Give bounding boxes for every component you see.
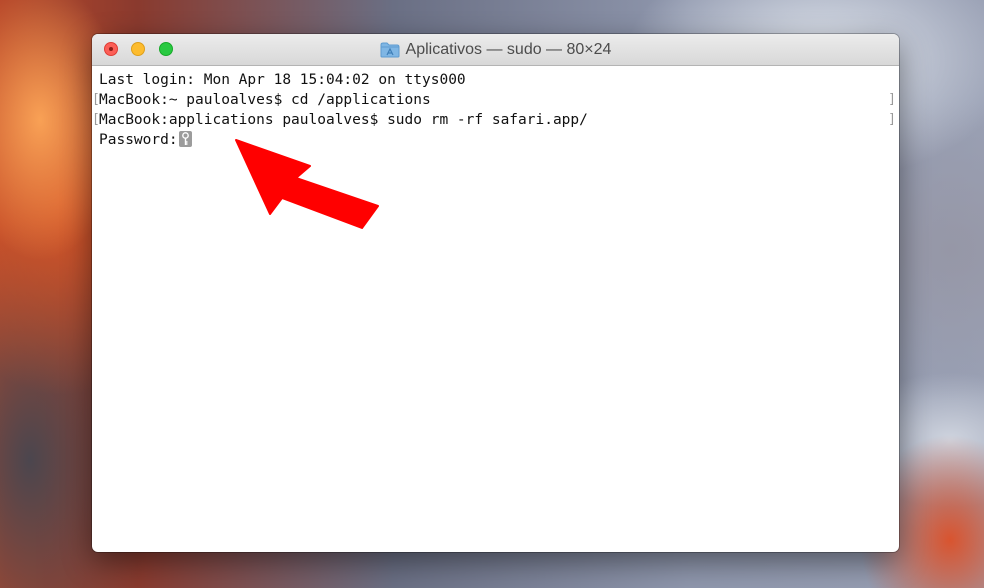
- terminal-line: MacBook:~ pauloalves$ cd /applications: [92, 90, 899, 110]
- terminal-window[interactable]: Aplicativos — sudo — 80×24 Last login: M…: [92, 34, 899, 552]
- window-title: Aplicativos — sudo — 80×24: [92, 34, 899, 65]
- title-bar[interactable]: Aplicativos — sudo — 80×24: [92, 34, 899, 66]
- password-prompt: Password:: [99, 132, 178, 148]
- key-cursor-icon: [178, 131, 192, 147]
- terminal-line: MacBook:applications pauloalves$ sudo rm…: [92, 110, 899, 130]
- red-arrow-icon: [235, 139, 379, 229]
- terminal-line: Last login: Mon Apr 18 15:04:02 on ttys0…: [99, 72, 466, 88]
- terminal-prompt-line: Password:: [92, 130, 899, 150]
- folder-icon: [380, 42, 400, 57]
- terminal-output[interactable]: Last login: Mon Apr 18 15:04:02 on ttys0…: [92, 66, 899, 552]
- window-title-text: Aplicativos — sudo — 80×24: [405, 40, 612, 58]
